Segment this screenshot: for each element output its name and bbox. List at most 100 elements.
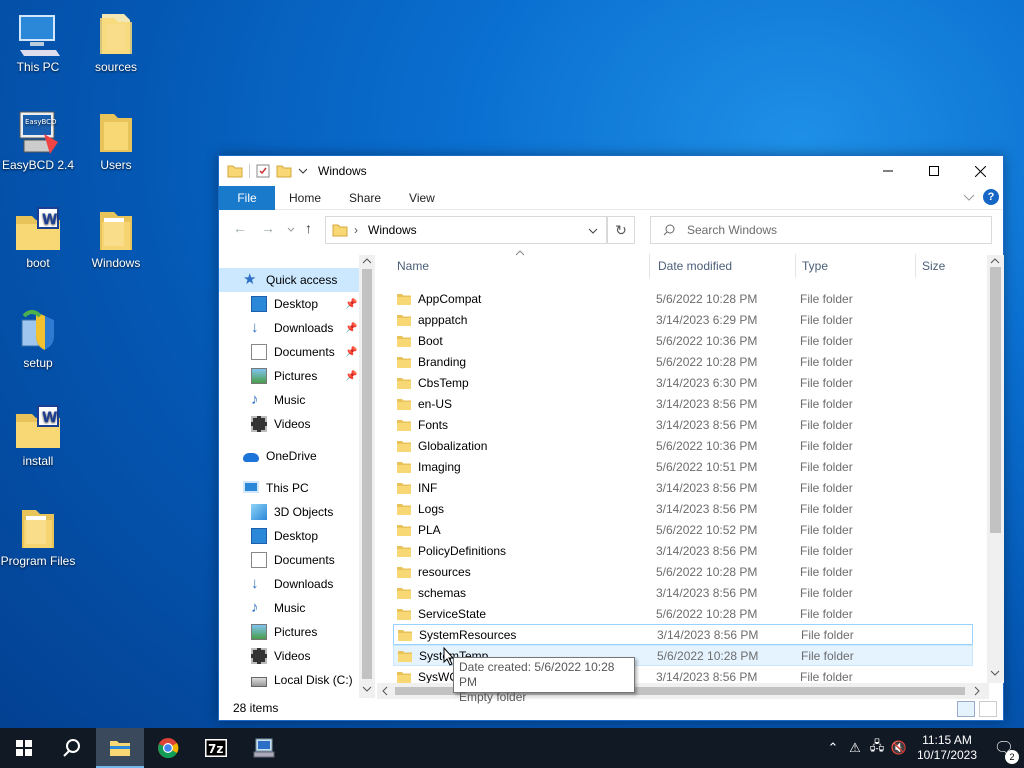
column-header-size[interactable]: Size: [922, 248, 945, 284]
nav-downloads[interactable]: ↓ Downloads 📌: [219, 316, 357, 340]
table-row[interactable]: Boot 5/6/2022 10:36 PM File folder: [393, 330, 973, 351]
table-row[interactable]: apppatch 3/14/2023 6:29 PM File folder: [393, 309, 973, 330]
table-row[interactable]: INF 3/14/2023 8:56 PM File folder: [393, 477, 973, 498]
taskbar-network-setup[interactable]: [240, 728, 288, 768]
desktop-icon-program-files[interactable]: Program Files: [0, 504, 76, 568]
start-button[interactable]: [0, 728, 48, 768]
table-row[interactable]: schemas 3/14/2023 8:56 PM File folder: [393, 582, 973, 603]
desktop-icon-boot[interactable]: W boot: [0, 206, 76, 270]
scroll-down-icon[interactable]: [362, 685, 372, 693]
expand-ribbon-icon[interactable]: [963, 191, 975, 203]
table-row[interactable]: SystemResources 3/14/2023 8:56 PM File fol…: [393, 624, 973, 645]
nav-3d-objects[interactable]: 3D Objects: [219, 500, 333, 524]
scroll-right-icon[interactable]: [973, 686, 981, 696]
desktop-icon-setup[interactable]: setup: [0, 306, 76, 370]
nav-pictures[interactable]: Pictures 📌: [219, 364, 357, 388]
scrollbar-thumb[interactable]: [362, 269, 372, 679]
table-row[interactable]: en-US 3/14/2023 8:56 PM File folder: [393, 393, 973, 414]
desktop-icon-this-pc[interactable]: This PC: [0, 10, 76, 74]
table-row[interactable]: PolicyDefinitions 3/14/2023 8:56 PM File f…: [393, 540, 973, 561]
nav-scrollbar[interactable]: [359, 255, 375, 698]
table-row[interactable]: ServiceState 5/6/2022 10:28 PM File folder: [393, 603, 973, 624]
wired-network-icon[interactable]: 🖧: [866, 737, 888, 759]
file-date-modified: 5/6/2022 10:36 PM: [656, 438, 758, 453]
nav-music[interactable]: ♪ Music: [219, 388, 305, 412]
address-bar[interactable]: › Windows: [325, 216, 607, 244]
search-placeholder[interactable]: Search Windows: [687, 223, 777, 237]
close-button[interactable]: [957, 156, 1003, 186]
nav-pc-desktop[interactable]: Desktop: [219, 524, 318, 548]
nav-local-disk[interactable]: Local Disk (C:): [219, 668, 353, 692]
address-path[interactable]: Windows: [368, 223, 417, 237]
table-row[interactable]: resources 5/6/2022 10:28 PM File folder: [393, 561, 973, 582]
column-header-type[interactable]: Type: [802, 248, 828, 284]
nav-this-pc[interactable]: This PC: [219, 476, 309, 500]
search-button[interactable]: [48, 728, 96, 768]
column-separator[interactable]: [649, 254, 650, 278]
search-box[interactable]: Search Windows: [650, 216, 992, 244]
chevron-down-icon[interactable]: [298, 166, 308, 176]
nav-pc-music[interactable]: ♪ Music: [219, 596, 305, 620]
speaker-muted-icon[interactable]: 🔇: [888, 740, 910, 756]
desktop-icon-users[interactable]: Users: [78, 108, 154, 172]
properties-icon[interactable]: [256, 164, 270, 178]
table-row[interactable]: Branding 5/6/2022 10:28 PM File folder: [393, 351, 973, 372]
desktop-icon-sources[interactable]: sources: [78, 10, 154, 74]
taskbar-7zip[interactable]: 7z: [192, 728, 240, 768]
refresh-button[interactable]: ↻: [607, 216, 635, 244]
table-row[interactable]: CbsTemp 3/14/2023 6:30 PM File folder: [393, 372, 973, 393]
chevron-up-icon[interactable]: ⌃: [822, 740, 844, 756]
nav-desktop[interactable]: Desktop 📌: [219, 292, 357, 316]
up-arrow-icon[interactable]: ↑: [305, 220, 312, 236]
clock[interactable]: 11:15 AM 10/17/2023: [910, 733, 984, 763]
taskbar-file-explorer[interactable]: [96, 728, 144, 768]
tab-file[interactable]: File: [219, 185, 275, 210]
nav-pc-downloads[interactable]: ↓ Downloads: [219, 572, 333, 596]
table-row[interactable]: Imaging 5/6/2022 10:51 PM File folder: [393, 456, 973, 477]
details-view-button[interactable]: [957, 701, 975, 717]
nav-pc-documents[interactable]: Documents: [219, 548, 335, 572]
back-arrow-icon[interactable]: ←: [233, 220, 247, 236]
nav-videos[interactable]: Videos: [219, 412, 310, 436]
title-bar[interactable]: Windows: [219, 156, 1003, 186]
scroll-up-icon[interactable]: [990, 257, 1000, 265]
table-row[interactable]: AppCompat 5/6/2022 10:28 PM File folder: [393, 288, 973, 309]
table-row[interactable]: PLA 5/6/2022 10:52 PM File folder: [393, 519, 973, 540]
table-row[interactable]: Globalization 5/6/2022 10:36 PM File folde…: [393, 435, 973, 456]
recent-locations-icon[interactable]: [287, 226, 295, 234]
column-header-name[interactable]: Name: [397, 248, 429, 284]
column-header-date[interactable]: Date modified: [658, 248, 732, 284]
scroll-down-icon[interactable]: [990, 669, 1000, 677]
tab-home[interactable]: Home: [275, 186, 335, 210]
desktop-icon-install[interactable]: W install: [0, 404, 76, 468]
nav-onedrive[interactable]: OneDrive: [219, 444, 317, 468]
tab-view[interactable]: View: [395, 186, 449, 210]
notification-center-button[interactable]: 🗨 2: [984, 738, 1024, 764]
scroll-left-icon[interactable]: [381, 686, 389, 696]
nav-documents[interactable]: Documents 📌: [219, 340, 357, 364]
column-separator[interactable]: [915, 254, 916, 278]
nav-pc-videos[interactable]: Videos: [219, 644, 310, 668]
nav-pc-pictures[interactable]: Pictures: [219, 620, 317, 644]
desktop-icon-easybcd[interactable]: EasyBCD EasyBCD 2.4: [0, 108, 76, 172]
chevron-down-icon[interactable]: [588, 227, 598, 235]
tab-share[interactable]: Share: [335, 186, 395, 210]
help-button[interactable]: ?: [983, 189, 999, 205]
navigation-pane: ★ Quick access Desktop 📌 ↓ Downloads 📌 D…: [219, 255, 375, 698]
scroll-up-icon[interactable]: [362, 257, 372, 265]
maximize-button[interactable]: [911, 156, 957, 186]
network-warning-icon[interactable]: ⚠: [844, 740, 866, 756]
table-row[interactable]: Fonts 3/14/2023 8:56 PM File folder: [393, 414, 973, 435]
file-type: File folder: [800, 312, 853, 327]
minimize-button[interactable]: [865, 156, 911, 186]
table-row[interactable]: Logs 3/14/2023 8:56 PM File folder: [393, 498, 973, 519]
taskbar-chrome[interactable]: [144, 728, 192, 768]
new-folder-icon[interactable]: [276, 164, 292, 178]
scrollbar-thumb[interactable]: [990, 267, 1001, 533]
column-separator[interactable]: [795, 254, 796, 278]
large-icons-view-button[interactable]: [979, 701, 997, 717]
nav-quick-access[interactable]: ★ Quick access: [219, 268, 359, 292]
forward-arrow-icon[interactable]: →: [261, 220, 275, 236]
file-list-vertical-scrollbar[interactable]: [987, 255, 1004, 683]
desktop-icon-windows[interactable]: Windows: [78, 206, 154, 270]
